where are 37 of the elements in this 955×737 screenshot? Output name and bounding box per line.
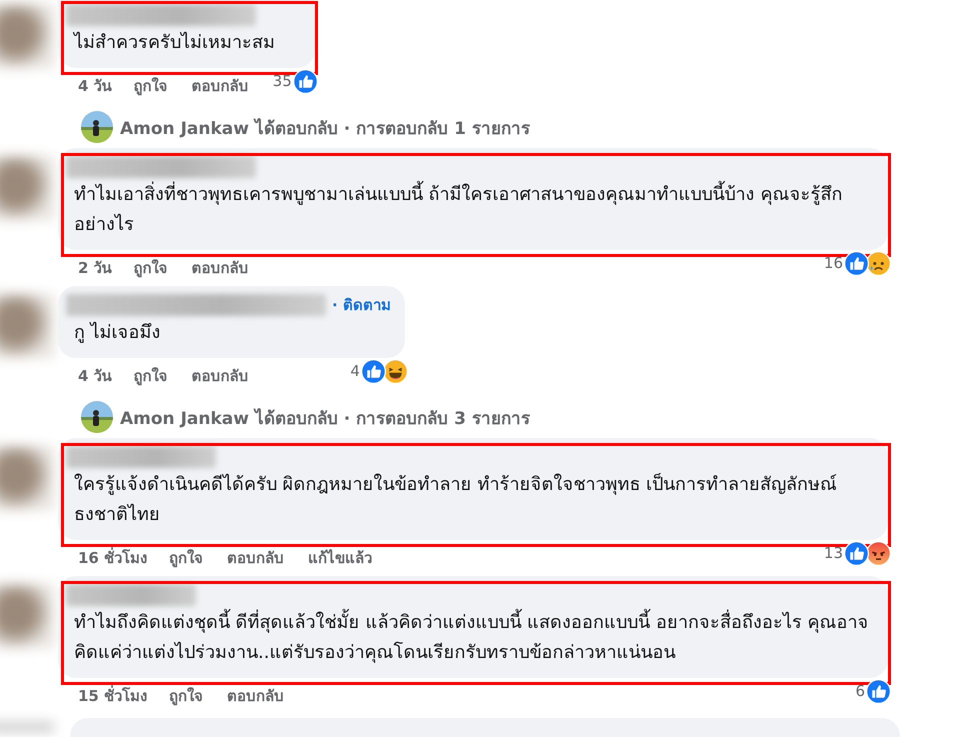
like-link[interactable]: ถูกใจ bbox=[169, 546, 204, 570]
comment-text: ใครรู้แจ้งดำเนินคดีได้ครับ ผิดกฎหมายในข้อทำลาย ทำร้ายจิตใจชาวพุทธ เป็นการทำลายสัญลักษณ์ธงชาติไทย bbox=[74, 474, 838, 525]
sad-face-icon[interactable] bbox=[866, 250, 891, 276]
like-reaction-icon[interactable] bbox=[866, 678, 891, 704]
laughing-face-icon[interactable] bbox=[382, 358, 408, 384]
like-link[interactable]: ถูกใจ bbox=[134, 256, 168, 280]
reaction-count[interactable]: 16 bbox=[824, 254, 843, 272]
like-link[interactable]: ถูกใจ bbox=[169, 684, 204, 708]
like-link[interactable]: ถูกใจ bbox=[134, 74, 168, 98]
reaction-count[interactable]: 13 bbox=[824, 544, 843, 562]
comment-time[interactable]: 4 วัน bbox=[78, 74, 112, 98]
reaction-count[interactable]: 6 bbox=[855, 682, 865, 700]
like-link[interactable]: ถูกใจ bbox=[134, 364, 168, 388]
edited-label: แก้ไขแล้ว bbox=[308, 548, 372, 569]
follow-link[interactable]: · ติดตาม bbox=[332, 293, 391, 317]
reaction-count[interactable]: 35 bbox=[272, 72, 292, 90]
comment-text: ไม่สำควรครับไม่เหมาะสม bbox=[74, 32, 275, 53]
view-replies-link[interactable]: Amon Jankaw ได้ตอบกลับ · การตอบกลับ 3 รายการ bbox=[120, 404, 530, 430]
like-reaction-icon[interactable] bbox=[292, 68, 318, 94]
avatar[interactable] bbox=[81, 111, 113, 143]
like-reaction-icon[interactable] bbox=[844, 540, 869, 566]
comment-time[interactable]: 16 ชั่วโมง bbox=[78, 546, 148, 570]
avatar[interactable] bbox=[81, 401, 113, 433]
angry-face-icon[interactable] bbox=[866, 540, 891, 566]
comment-time[interactable]: 2 วัน bbox=[78, 256, 112, 280]
reply-link[interactable]: ตอบกลับ bbox=[227, 546, 284, 570]
reply-link[interactable]: ตอบกลับ bbox=[192, 364, 249, 388]
like-reaction-icon[interactable] bbox=[844, 250, 869, 276]
reply-link[interactable]: ตอบกลับ bbox=[227, 684, 284, 708]
comment-text: กู ไม่เจอมึง bbox=[74, 322, 161, 343]
like-reaction-icon[interactable] bbox=[360, 358, 386, 384]
comment-time[interactable]: 4 วัน bbox=[78, 364, 112, 388]
view-replies-link[interactable]: Amon Jankaw ได้ตอบกลับ · การตอบกลับ 1 รายการ bbox=[120, 114, 530, 140]
comment-time[interactable]: 15 ชั่วโมง bbox=[78, 684, 148, 708]
reply-link[interactable]: ตอบกลับ bbox=[192, 256, 249, 280]
reaction-count[interactable]: 4 bbox=[350, 362, 360, 380]
reply-link[interactable]: ตอบกลับ bbox=[192, 74, 249, 98]
